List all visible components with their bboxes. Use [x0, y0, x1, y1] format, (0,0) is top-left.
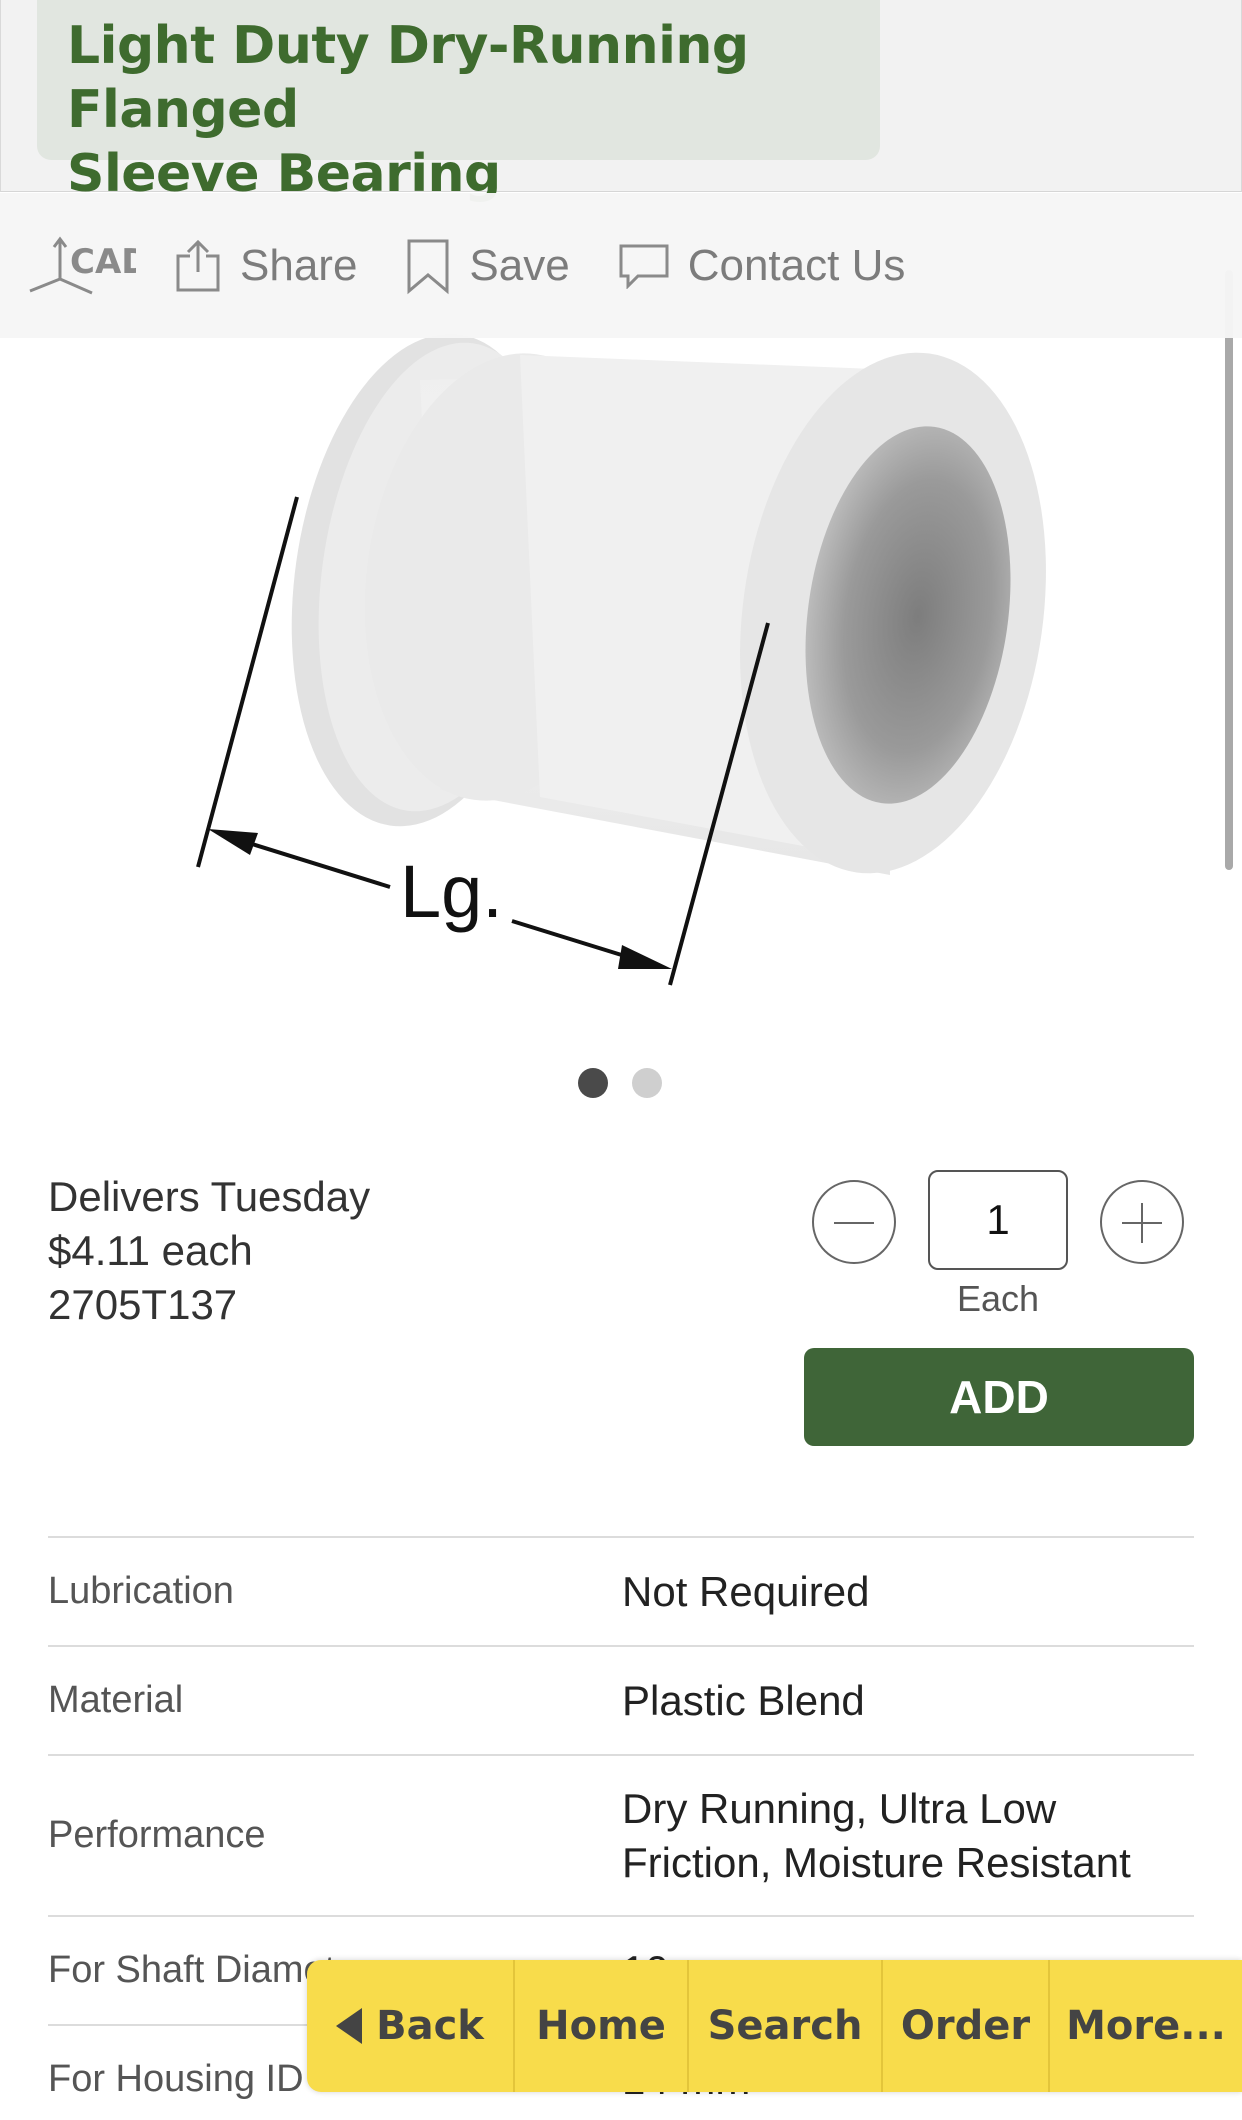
bottom-navigation: Back Home Search Order More... [307, 1960, 1242, 2092]
action-toolbar: CAD Share Save Contact Us [0, 193, 1242, 338]
spec-value: Dry Running, Ultra Low Friction, Moistur… [622, 1784, 1131, 1886]
title-area: Light Duty Dry-Running Flanged Sleeve Be… [0, 0, 1242, 204]
save-label: Save [469, 240, 570, 290]
image-carousel-dots [0, 1068, 1242, 1098]
spec-value: Plastic Blend [622, 1676, 865, 1724]
price-text: $4.11 each [48, 1227, 253, 1274]
share-label: Share [240, 240, 358, 290]
add-to-order-button[interactable]: ADD [804, 1348, 1194, 1446]
back-arrow-icon [336, 2008, 363, 2044]
carousel-dot-1[interactable] [578, 1068, 608, 1098]
dimension-label: Lg. [400, 850, 503, 933]
nav-search-button[interactable]: Search [689, 1960, 883, 2092]
quantity-unit: Each [956, 1278, 1040, 1319]
cad-icon: CAD [29, 236, 136, 294]
nav-more-button[interactable]: More... [1050, 1960, 1242, 2092]
svg-text:CAD: CAD [70, 242, 136, 282]
spec-label: Performance [48, 1814, 266, 1856]
nav-back-label: Back [376, 2003, 484, 2049]
spec-row-material: Material Plastic Blend [48, 1647, 1194, 1756]
spec-label: Material [48, 1679, 184, 1721]
spec-label: Lubrication [48, 1570, 234, 1612]
quantity-decrease-button[interactable] [812, 1180, 896, 1264]
quantity-input[interactable] [928, 1170, 1068, 1270]
nav-order-button[interactable]: Order [883, 1960, 1050, 2092]
bookmark-icon [407, 239, 449, 294]
share-icon [176, 239, 220, 291]
product-title-box: Light Duty Dry-Running Flanged Sleeve Be… [37, 0, 880, 204]
nav-home-button[interactable]: Home [515, 1960, 689, 2092]
scrollbar-thumb[interactable] [1225, 270, 1233, 870]
quantity-increase-button[interactable] [1100, 1180, 1184, 1264]
nav-back-button[interactable]: Back [307, 1960, 515, 2092]
purchase-info: Delivers Tuesday $4.11 each 2705T137 [48, 1170, 370, 1332]
carousel-dot-2[interactable] [632, 1068, 662, 1098]
spec-label: For Housing ID [48, 2058, 304, 2100]
contact-us-button[interactable]: Contact Us [618, 226, 906, 306]
save-button[interactable]: Save [405, 226, 570, 306]
contact-us-label: Contact Us [687, 240, 906, 290]
spec-value: Not Required [622, 1567, 870, 1615]
product-title-line-1: Light Duty Dry-Running Flanged [67, 16, 749, 140]
part-number: 2705T137 [48, 1281, 238, 1328]
spec-row-performance: Performance Dry Running, Ultra Low Frict… [48, 1756, 1194, 1917]
delivery-text: Delivers Tuesday [48, 1173, 371, 1220]
spec-row-lubrication: Lubrication Not Required [48, 1538, 1194, 1647]
chat-icon [619, 244, 669, 289]
cad-button[interactable]: CAD [26, 226, 136, 306]
share-button[interactable]: Share [174, 226, 357, 306]
